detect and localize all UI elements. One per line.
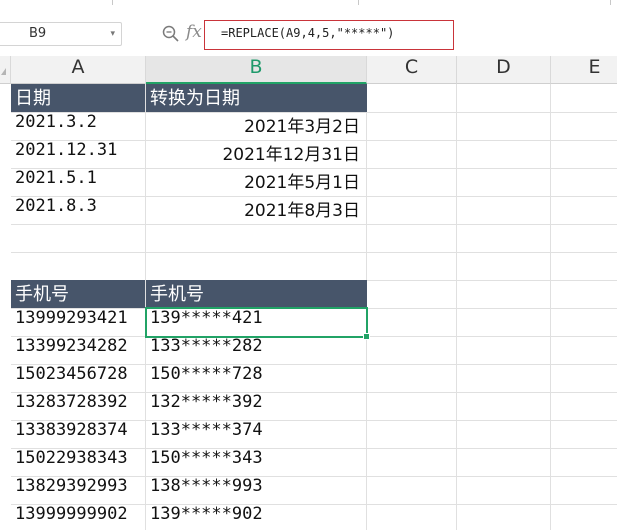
cell-b10[interactable]: 133*****282 bbox=[146, 336, 366, 364]
name-box-cell-ref: B9 bbox=[29, 26, 47, 41]
sheet-grid[interactable]: 日期 转换为日期 2021.3.2 2021年3月2日 2021.12.31 2… bbox=[11, 84, 617, 530]
cell-a15[interactable]: 13829392993 bbox=[11, 476, 145, 504]
cell-a4[interactable]: 2021.5.1 bbox=[11, 168, 145, 196]
name-box[interactable]: B9 ▾ bbox=[0, 22, 122, 46]
table-header-cell[interactable]: 手机号 bbox=[11, 280, 145, 308]
cell-b16[interactable]: 139*****902 bbox=[146, 504, 366, 532]
cell-b3[interactable]: 2021年12月31日 bbox=[146, 140, 366, 168]
strip-tick bbox=[112, 0, 113, 5]
column-header-a[interactable]: A bbox=[11, 56, 146, 84]
cell-a3[interactable]: 2021.12.31 bbox=[11, 140, 145, 168]
column-header-e[interactable]: E bbox=[551, 56, 617, 84]
cell-a12[interactable]: 13283728392 bbox=[11, 392, 145, 420]
cell-a16[interactable]: 13999999902 bbox=[11, 504, 145, 532]
column-header-c[interactable]: C bbox=[367, 56, 457, 84]
strip-tick bbox=[358, 0, 359, 5]
cell-b5[interactable]: 2021年8月3日 bbox=[146, 196, 366, 224]
fx-icon[interactable]: fx bbox=[186, 22, 202, 42]
cell-a9[interactable]: 13999293421 bbox=[11, 308, 145, 336]
zoom-icon[interactable] bbox=[162, 25, 179, 42]
formula-text: =REPLACE(A9,4,5,"*****") bbox=[221, 26, 395, 40]
cell-b13[interactable]: 133*****374 bbox=[146, 420, 366, 448]
chevron-down-icon[interactable]: ▾ bbox=[110, 29, 115, 39]
cell-b2[interactable]: 2021年3月2日 bbox=[146, 112, 366, 140]
select-all-triangle-icon bbox=[1, 68, 6, 75]
select-all-button[interactable] bbox=[0, 56, 11, 84]
table-header-cell[interactable]: 转换为日期 bbox=[146, 84, 367, 112]
cell-a11[interactable]: 15023456728 bbox=[11, 364, 145, 392]
column-header-b[interactable]: B bbox=[146, 56, 367, 84]
table-header-cell[interactable]: 日期 bbox=[11, 84, 145, 112]
formula-input[interactable]: =REPLACE(A9,4,5,"*****") bbox=[204, 20, 454, 50]
cell-b14[interactable]: 150*****343 bbox=[146, 448, 366, 476]
cell-a10[interactable]: 13399234282 bbox=[11, 336, 145, 364]
cell-a13[interactable]: 13383928374 bbox=[11, 420, 145, 448]
strip-tick bbox=[610, 0, 611, 5]
cell-b11[interactable]: 150*****728 bbox=[146, 364, 366, 392]
cell-b15[interactable]: 138*****993 bbox=[146, 476, 366, 504]
formula-bar: B9 ▾ fx =REPLACE(A9,4,5,"*****") bbox=[0, 12, 617, 56]
toolbar-strip bbox=[0, 0, 617, 12]
cell-b12[interactable]: 132*****392 bbox=[146, 392, 366, 420]
cell-b9[interactable]: 139*****421 bbox=[146, 308, 366, 336]
cell-a14[interactable]: 15022938343 bbox=[11, 448, 145, 476]
table-header-cell[interactable]: 手机号 bbox=[146, 280, 367, 308]
cell-b4[interactable]: 2021年5月1日 bbox=[146, 168, 366, 196]
cell-a2[interactable]: 2021.3.2 bbox=[11, 112, 145, 140]
column-header-d[interactable]: D bbox=[457, 56, 551, 84]
cell-a5[interactable]: 2021.8.3 bbox=[11, 196, 145, 224]
